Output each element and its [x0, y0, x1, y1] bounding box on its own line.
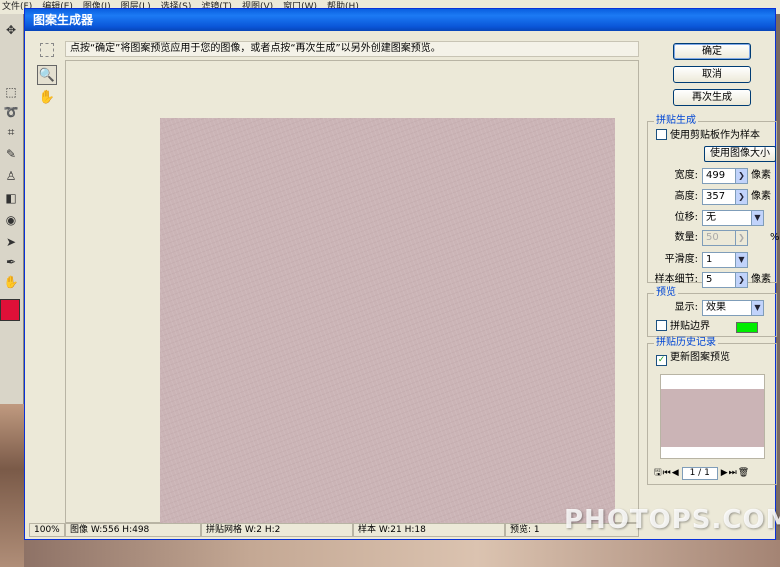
- height-value: 357: [706, 191, 726, 202]
- height-input[interactable]: 357 ❯: [702, 189, 748, 205]
- heal-tool-icon[interactable]: ✎: [2, 146, 20, 162]
- offset-value: 无: [706, 212, 716, 223]
- show-select[interactable]: 效果 ▼: [702, 300, 764, 316]
- update-preview-checkbox[interactable]: ✓: [656, 355, 667, 366]
- amount-label: 数量:: [674, 232, 698, 243]
- update-preview-row[interactable]: ✓ 更新图案预览: [656, 350, 780, 366]
- sample-detail-input[interactable]: 5 ❯: [702, 272, 748, 288]
- status-sample-size: 样本 W:21 H:18: [353, 523, 505, 537]
- lasso-tool-icon[interactable]: ➰: [2, 104, 20, 120]
- eraser-tool-icon[interactable]: ◧: [2, 190, 20, 206]
- prev-icon[interactable]: ◀: [672, 468, 679, 478]
- smoothness-label: 平滑度:: [664, 254, 698, 265]
- trash-icon[interactable]: 🗑: [738, 468, 749, 478]
- width-row: 宽度: 499 ❯ 像素: [648, 168, 778, 184]
- offset-select[interactable]: 无 ▼: [702, 210, 764, 226]
- photoshop-toolbox: ✥ ⬚ ➰ ⌗ ✎ ♙ ◧ ◉ ➤ ✒ ✋: [0, 14, 24, 404]
- height-label: 高度:: [674, 191, 698, 202]
- rectangular-marquee-icon[interactable]: [40, 43, 54, 57]
- tile-generation-group: 拼贴生成 使用剪贴板作为样本 使用图像大小 宽度: 499 ❯ 像素 高度: 3…: [647, 115, 780, 288]
- history-page: 1 / 1: [681, 466, 718, 480]
- dialog-body: 🔍 ✋ 点按“确定”将图案预览应用于您的图像，或者点按“再次生成”以另外创建图案…: [29, 31, 780, 537]
- show-value: 效果: [706, 302, 726, 313]
- sample-detail-unit: 像素: [751, 274, 771, 285]
- preview-title: 预览: [654, 287, 678, 299]
- chevron-down-icon[interactable]: ▼: [751, 211, 763, 225]
- smoothness-select[interactable]: 1 ▼: [702, 252, 748, 268]
- tile-generation-title: 拼贴生成: [654, 115, 698, 127]
- last-icon[interactable]: ⏭: [729, 468, 737, 478]
- marquee-tool-icon[interactable]: ⬚: [2, 84, 20, 100]
- foreground-color-swatch[interactable]: [0, 299, 20, 321]
- history-thumbnail-pattern: [661, 389, 764, 447]
- move-tool-icon[interactable]: ✥: [2, 22, 20, 38]
- chevron-down-icon[interactable]: ▼: [751, 301, 763, 315]
- height-arrow-icon[interactable]: ❯: [735, 190, 747, 204]
- hand-tool-icon[interactable]: ✋: [37, 87, 57, 107]
- preview-group: 预览 显示: 效果 ▼ 拼贴边界: [647, 287, 780, 337]
- amount-unit: %: [770, 232, 780, 243]
- offset-row: 位移: 无 ▼: [648, 210, 778, 226]
- amount-input[interactable]: 50 ❯: [702, 230, 748, 246]
- show-label: 显示:: [674, 302, 698, 313]
- use-clipboard-row[interactable]: 使用剪贴板作为样本: [656, 128, 780, 144]
- amount-row: 数量: 50 ❯ %: [648, 230, 780, 246]
- zoom-tool-icon[interactable]: 🔍: [37, 65, 57, 85]
- offset-label: 位移:: [674, 212, 698, 223]
- tile-history-group: 拼贴历史记录 ✓ 更新图案预览 🖫 ⏮ ◀ 1 / 1 ▶ ⏭ 🗑: [647, 337, 780, 485]
- pattern-preview[interactable]: [160, 118, 615, 525]
- save-icon[interactable]: 🖫: [654, 465, 662, 481]
- next-icon[interactable]: ▶: [721, 468, 728, 478]
- crop-tool-icon[interactable]: ⌗: [2, 124, 20, 140]
- smoothness-row: 平滑度: 1 ▼: [648, 252, 778, 268]
- use-image-size-button[interactable]: 使用图像大小: [704, 146, 776, 162]
- sample-detail-value: 5: [706, 274, 713, 285]
- sample-detail-label: 样本细节:: [654, 274, 698, 285]
- watermark: PHOTOPS.COM: [564, 505, 780, 535]
- update-preview-label: 更新图案预览: [670, 352, 730, 363]
- height-row: 高度: 357 ❯ 像素: [648, 189, 778, 205]
- amount-value: 50: [706, 232, 719, 243]
- smoothness-value: 1: [706, 254, 713, 265]
- preview-area[interactable]: [65, 60, 639, 525]
- dialog-title[interactable]: 图案生成器: [25, 9, 775, 31]
- ok-button[interactable]: 确定: [673, 43, 751, 60]
- cancel-button[interactable]: 取消: [673, 66, 751, 83]
- width-label: 宽度:: [674, 170, 698, 181]
- status-tile-grid: 拼贴网格 W:2 H:2: [201, 523, 353, 537]
- sample-detail-row: 样本细节: 5 ❯ 像素: [648, 272, 778, 288]
- tile-boundaries-label: 拼贴边界: [670, 321, 710, 332]
- history-navigation: 🖫 ⏮ ◀ 1 / 1 ▶ ⏭ 🗑: [654, 466, 774, 480]
- width-value: 499: [706, 170, 726, 181]
- background-photo: [0, 404, 24, 567]
- regenerate-button[interactable]: 再次生成: [673, 89, 751, 106]
- dialog-tools: 🔍 ✋: [37, 43, 59, 109]
- use-clipboard-checkbox[interactable]: [656, 129, 667, 140]
- tile-history-title: 拼贴历史记录: [654, 337, 718, 349]
- pattern-maker-dialog: 图案生成器 🔍 ✋ 点按“确定”将图案预览应用于您的图像，或者点按“再次生成”以…: [24, 8, 780, 540]
- first-icon[interactable]: ⏮: [663, 468, 671, 478]
- boundary-color-swatch[interactable]: [736, 322, 758, 333]
- use-clipboard-label: 使用剪贴板作为样本: [670, 130, 760, 141]
- history-thumbnail[interactable]: [660, 374, 765, 459]
- pen-tool-icon[interactable]: ✒: [2, 254, 20, 270]
- stamp-tool-icon[interactable]: ♙: [2, 168, 20, 184]
- background-photo-bottom: [24, 540, 780, 567]
- width-input[interactable]: 499 ❯: [702, 168, 748, 184]
- show-row: 显示: 效果 ▼: [648, 300, 778, 316]
- tile-boundaries-row[interactable]: 拼贴边界: [656, 319, 780, 335]
- width-arrow-icon[interactable]: ❯: [735, 169, 747, 183]
- amount-arrow-icon[interactable]: ❯: [735, 231, 747, 245]
- width-unit: 像素: [751, 170, 771, 181]
- tile-boundaries-checkbox[interactable]: [656, 320, 667, 331]
- sample-detail-arrow-icon[interactable]: ❯: [735, 273, 747, 287]
- blur-tool-icon[interactable]: ◉: [2, 212, 20, 228]
- chevron-down-icon[interactable]: ▼: [735, 253, 747, 267]
- height-unit: 像素: [751, 191, 771, 202]
- instruction-text: 点按“确定”将图案预览应用于您的图像，或者点按“再次生成”以另外创建图案预览。: [65, 41, 639, 57]
- path-select-tool-icon[interactable]: ➤: [2, 234, 20, 250]
- status-image-size: 图像 W:556 H:498: [65, 523, 201, 537]
- hand-tool-icon[interactable]: ✋: [2, 274, 20, 290]
- status-zoom: 100%: [29, 523, 65, 537]
